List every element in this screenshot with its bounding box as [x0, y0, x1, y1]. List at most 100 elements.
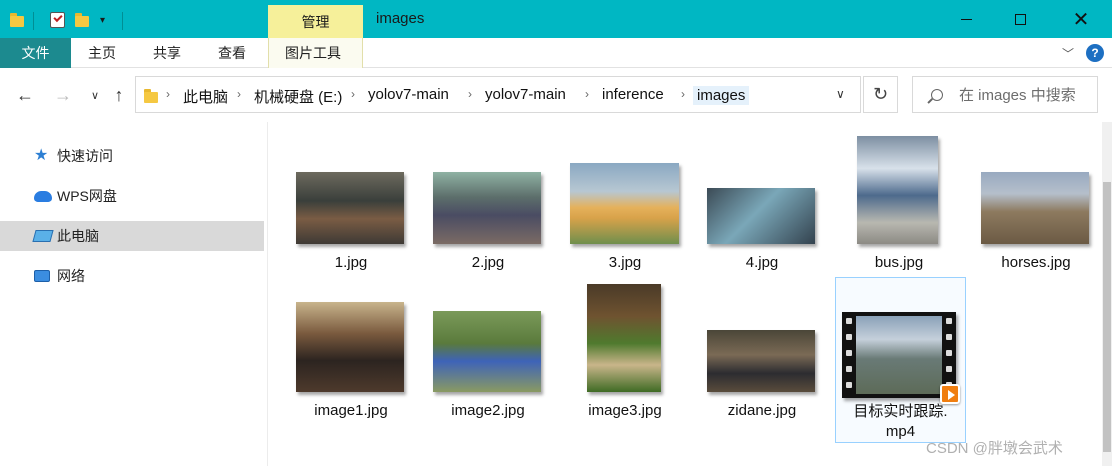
- vertical-scrollbar[interactable]: [1102, 122, 1112, 466]
- title-bar: ▾ 管理 images ✕: [0, 0, 1112, 38]
- refresh-button[interactable]: ↻: [863, 76, 898, 113]
- pc-icon: [32, 228, 54, 244]
- file-name: horses.jpg: [1001, 254, 1071, 271]
- properties-icon[interactable]: [50, 9, 65, 31]
- file-item[interactable]: 4.jpg: [699, 132, 825, 278]
- image-thumbnail: [707, 188, 815, 244]
- chevron-right-icon[interactable]: ›: [585, 87, 589, 101]
- cloud-icon: [34, 188, 52, 204]
- file-item-selected[interactable]: 目标实时跟踪. mp4: [835, 277, 966, 443]
- file-item[interactable]: zidane.jpg: [699, 280, 825, 426]
- chevron-right-icon[interactable]: ›: [237, 87, 241, 101]
- media-player-icon: [940, 384, 960, 404]
- watermark: CSDN @胖墩会武术: [926, 440, 1063, 457]
- address-bar[interactable]: › 此电脑 › 机械硬盘 (E:) › yolov7-main › yolov7…: [135, 76, 861, 113]
- back-arrow-icon: ←: [16, 84, 34, 105]
- forward-arrow-icon: →: [54, 84, 72, 105]
- window-title: images: [376, 10, 425, 27]
- star-icon: ★: [34, 147, 49, 164]
- file-item[interactable]: bus.jpg: [836, 132, 962, 278]
- file-name: zidane.jpg: [727, 402, 797, 419]
- maximize-icon: [1014, 13, 1026, 25]
- file-name: 2.jpg: [471, 254, 505, 271]
- image-thumbnail: [433, 172, 541, 244]
- quick-access-dropdown-icon[interactable]: ▾: [100, 9, 105, 31]
- breadcrumb-item[interactable]: 机械硬盘 (E:): [254, 86, 342, 107]
- nav-item-label: 此电脑: [57, 228, 99, 244]
- file-item[interactable]: image2.jpg: [425, 280, 551, 426]
- file-item[interactable]: 3.jpg: [562, 132, 688, 278]
- chevron-down-icon: ∨: [90, 89, 100, 102]
- new-folder-icon[interactable]: [75, 9, 89, 31]
- breadcrumb-item[interactable]: yolov7-main: [368, 86, 449, 103]
- up-arrow-icon: ↑: [114, 84, 124, 105]
- chevron-right-icon[interactable]: ›: [681, 87, 685, 101]
- back-button[interactable]: ←: [14, 84, 36, 106]
- tab-file[interactable]: 文件: [0, 38, 71, 68]
- close-button[interactable]: ✕: [1058, 0, 1104, 38]
- search-placeholder: 在 images 中搜索: [959, 87, 1076, 104]
- minimize-icon: [960, 18, 972, 20]
- file-item[interactable]: image1.jpg: [288, 280, 414, 426]
- tab-view[interactable]: 查看: [218, 38, 246, 68]
- recent-locations-button[interactable]: ∨: [84, 84, 106, 106]
- chevron-right-icon[interactable]: ›: [468, 87, 472, 101]
- folder-icon: [144, 88, 158, 104]
- image-thumbnail: [433, 311, 541, 392]
- file-name: 4.jpg: [745, 254, 779, 271]
- image-thumbnail: [296, 172, 404, 244]
- file-name: 目标实时跟踪.: [853, 403, 948, 420]
- address-dropdown-icon[interactable]: ∨: [836, 87, 845, 101]
- search-input[interactable]: 在 images 中搜索: [912, 76, 1098, 113]
- tab-home[interactable]: 主页: [88, 38, 116, 68]
- file-item[interactable]: horses.jpg: [973, 132, 1099, 278]
- video-thumbnail: [842, 312, 960, 404]
- minimize-button[interactable]: [943, 0, 989, 38]
- file-name: bus.jpg: [874, 254, 924, 271]
- nav-item-quick-access[interactable]: ★ 快速访问: [0, 141, 264, 171]
- tab-share[interactable]: 共享: [153, 38, 181, 68]
- maximize-button[interactable]: [997, 0, 1043, 38]
- image-thumbnail: [296, 302, 404, 392]
- expand-ribbon-icon[interactable]: ﹀: [1062, 45, 1074, 62]
- help-icon[interactable]: ?: [1086, 44, 1104, 62]
- network-icon: [34, 268, 52, 284]
- file-item[interactable]: image3.jpg: [562, 280, 688, 426]
- image-thumbnail: [587, 284, 661, 392]
- nav-item-wps-drive[interactable]: WPS网盘: [0, 181, 264, 211]
- manage-context-tab[interactable]: 管理: [268, 5, 363, 38]
- file-name: 3.jpg: [608, 254, 642, 271]
- divider: [33, 12, 34, 30]
- chevron-right-icon[interactable]: ›: [351, 87, 355, 101]
- folder-icon: [10, 9, 24, 31]
- divider: [122, 12, 123, 30]
- file-item[interactable]: 2.jpg: [425, 132, 551, 278]
- breadcrumb-item[interactable]: 此电脑: [183, 86, 228, 107]
- image-thumbnail: [981, 172, 1089, 244]
- breadcrumb-item[interactable]: inference: [602, 86, 664, 103]
- file-item[interactable]: 1.jpg: [288, 132, 414, 278]
- up-button[interactable]: ↑: [108, 84, 130, 106]
- image-thumbnail: [857, 136, 938, 244]
- chevron-right-icon[interactable]: ›: [166, 87, 170, 101]
- close-icon: ✕: [1072, 8, 1090, 31]
- breadcrumb-item[interactable]: yolov7-main: [485, 86, 566, 103]
- file-name: image2.jpg: [451, 402, 525, 419]
- file-name: image3.jpg: [588, 402, 662, 419]
- tab-picture-tools[interactable]: 图片工具: [268, 38, 363, 68]
- nav-item-network[interactable]: 网络: [0, 261, 264, 291]
- refresh-icon: ↻: [872, 84, 889, 104]
- scrollbar-thumb[interactable]: [1103, 182, 1111, 452]
- nav-item-label: 网络: [57, 268, 85, 284]
- forward-button[interactable]: →: [52, 84, 74, 106]
- nav-item-label: 快速访问: [57, 148, 113, 164]
- ribbon-tabs: 文件 主页 共享 查看 图片工具 ﹀ ?: [0, 38, 1112, 68]
- file-name: 1.jpg: [334, 254, 368, 271]
- breadcrumb-current[interactable]: images: [693, 86, 750, 105]
- nav-item-label: WPS网盘: [57, 188, 117, 204]
- image-thumbnail: [570, 163, 679, 244]
- navigation-pane: ★ 快速访问 WPS网盘 此电脑 网络: [0, 122, 268, 466]
- nav-item-this-pc[interactable]: 此电脑: [0, 221, 264, 251]
- file-name: image1.jpg: [314, 402, 388, 419]
- search-icon: [931, 88, 943, 101]
